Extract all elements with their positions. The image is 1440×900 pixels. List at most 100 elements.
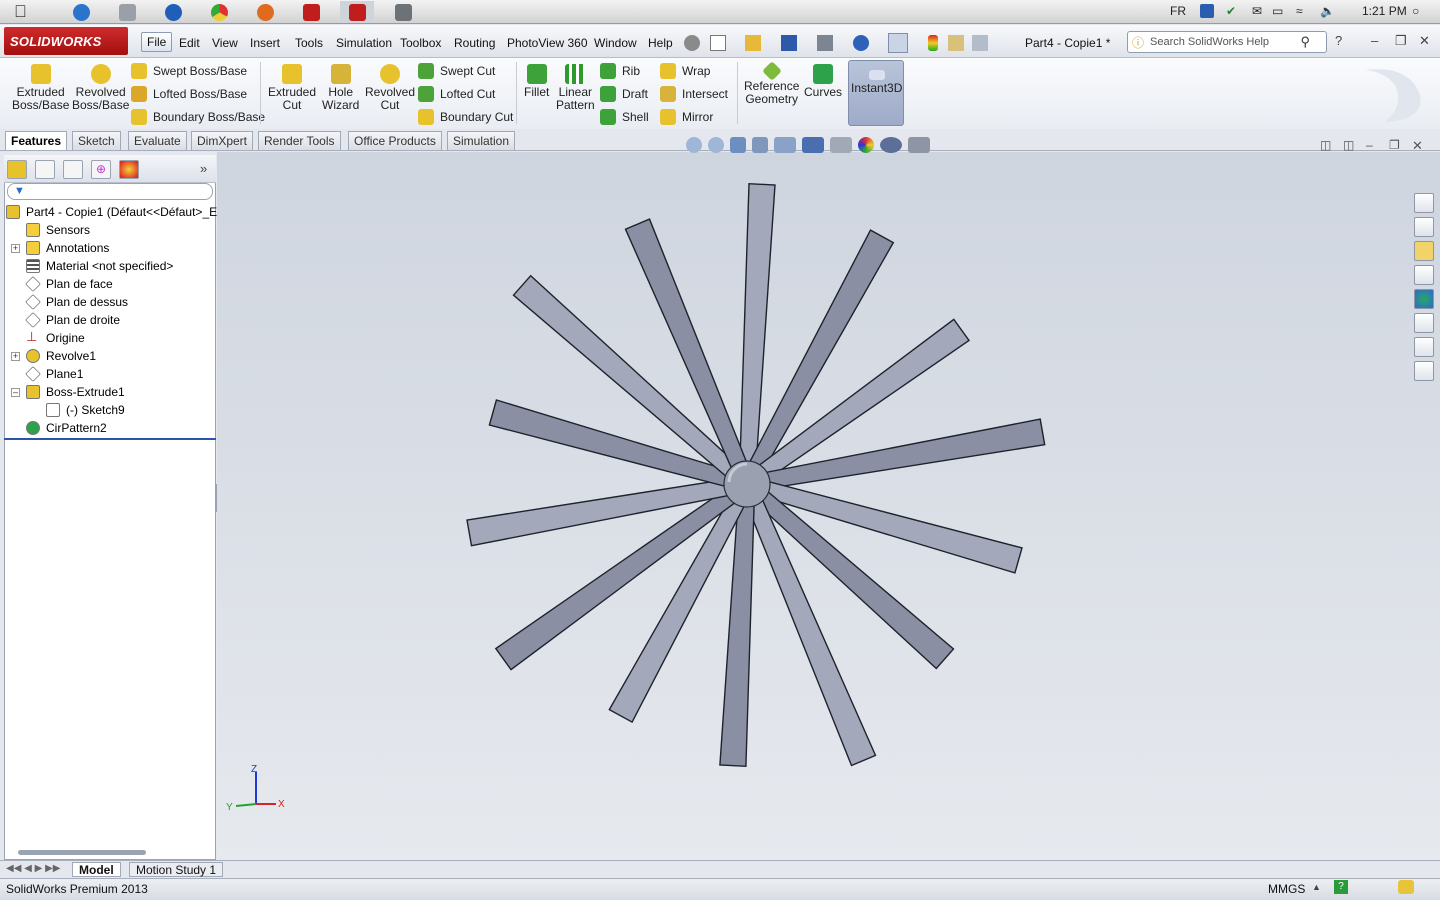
property-manager-tab-icon[interactable] bbox=[35, 160, 55, 179]
menu-help[interactable]: Help bbox=[643, 34, 678, 52]
apply-scene-icon[interactable] bbox=[880, 137, 902, 153]
previous-view-icon[interactable] bbox=[730, 137, 746, 153]
new-document-icon[interactable] bbox=[710, 35, 726, 51]
fan-hub[interactable] bbox=[723, 460, 771, 508]
tab-render-tools[interactable]: Render Tools bbox=[258, 131, 341, 150]
view-settings-icon[interactable] bbox=[908, 137, 930, 153]
tree-item-boss-extrude1[interactable]: Boss-Extrude1 bbox=[26, 385, 125, 399]
quick-tips-icon[interactable]: ? bbox=[1334, 880, 1348, 894]
revolved-cut-button[interactable]: Revolved Cut bbox=[365, 64, 415, 112]
reference-geometry-button[interactable]: Reference Geometry bbox=[744, 61, 799, 106]
tag-icon[interactable] bbox=[1398, 880, 1414, 894]
spotlight-icon[interactable]: ○ bbox=[1412, 4, 1419, 18]
tree-item-material[interactable]: Material <not specified> bbox=[26, 259, 173, 273]
expand-panel-icon[interactable]: » bbox=[200, 161, 207, 176]
tree-root-part[interactable]: Part4 - Copie1 (Défaut<<Défaut>_E bbox=[6, 205, 217, 219]
doc-close-icon[interactable]: ✕ bbox=[1412, 138, 1423, 154]
tree-item-cirpattern2[interactable]: CirPattern2 bbox=[26, 421, 107, 435]
fan-model[interactable] bbox=[217, 152, 1407, 860]
swept-cut-button[interactable]: Swept Cut bbox=[418, 63, 495, 79]
restore-icon[interactable]: ❐ bbox=[1395, 33, 1407, 49]
mail-icon[interactable]: ✉ bbox=[1252, 4, 1262, 18]
file-properties-icon[interactable] bbox=[948, 35, 964, 51]
zoom-to-fit-icon[interactable] bbox=[686, 137, 702, 153]
language-indicator[interactable]: FR bbox=[1170, 4, 1186, 18]
undo-icon[interactable] bbox=[853, 35, 869, 51]
tree-item-plane1[interactable]: Plane1 bbox=[25, 366, 83, 382]
custom-properties-icon[interactable] bbox=[1414, 313, 1434, 333]
magnifier-icon[interactable]: ⚲ bbox=[1300, 34, 1310, 50]
tree-horizontal-scrollbar[interactable] bbox=[18, 850, 146, 855]
expand-annotations-icon[interactable]: + bbox=[11, 244, 20, 253]
tree-item-right-plane[interactable]: Plan de droite bbox=[25, 312, 120, 328]
feature-manager-tab-icon[interactable] bbox=[7, 160, 27, 179]
zoom-to-area-icon[interactable] bbox=[708, 137, 724, 153]
rollback-bar[interactable] bbox=[4, 438, 216, 440]
shell-button[interactable]: Shell bbox=[600, 109, 649, 125]
tree-item-front-plane[interactable]: Plan de face bbox=[25, 276, 113, 292]
menu-photoview[interactable]: PhotoView 360 bbox=[502, 34, 593, 52]
extruded-cut-button[interactable]: Extruded Cut bbox=[268, 64, 316, 112]
menu-tools[interactable]: Tools bbox=[290, 34, 328, 52]
tab-dimxpert[interactable]: DimXpert bbox=[191, 131, 254, 150]
menu-routing[interactable]: Routing bbox=[449, 34, 500, 52]
volume-icon[interactable]: 🔈 bbox=[1320, 4, 1335, 18]
ie-icon[interactable] bbox=[64, 1, 98, 23]
view-palette-icon[interactable] bbox=[1414, 265, 1434, 285]
tab-model[interactable]: Model bbox=[72, 862, 121, 877]
expand-revolve1-icon[interactable]: + bbox=[11, 352, 20, 361]
tree-item-sensors[interactable]: Sensors bbox=[26, 223, 90, 237]
menu-simulation[interactable]: Simulation bbox=[331, 34, 397, 52]
firefox-icon[interactable] bbox=[248, 1, 282, 23]
tab-motion-study[interactable]: Motion Study 1 bbox=[129, 862, 224, 877]
solidworks-resources-icon[interactable] bbox=[1414, 193, 1434, 213]
configuration-manager-tab-icon[interactable] bbox=[63, 160, 83, 179]
draft-button[interactable]: Draft bbox=[600, 86, 648, 102]
doc-restore-icon[interactable]: ❐ bbox=[1389, 138, 1400, 152]
tile-vertical-icon[interactable]: ◫ bbox=[1343, 138, 1354, 152]
menu-file[interactable]: File bbox=[141, 32, 173, 52]
linear-pattern-button[interactable]: Linear Pattern bbox=[556, 64, 595, 112]
options-icon[interactable] bbox=[972, 35, 988, 51]
tool-icon[interactable] bbox=[386, 1, 420, 23]
tree-item-revolve1[interactable]: Revolve1 bbox=[26, 349, 96, 363]
boundary-boss-button[interactable]: Boundary Boss/Base bbox=[131, 109, 265, 125]
rib-button[interactable]: Rib bbox=[600, 63, 640, 79]
menu-view[interactable]: View bbox=[207, 34, 243, 52]
print-icon[interactable] bbox=[817, 35, 833, 51]
rendering-icon[interactable] bbox=[1414, 361, 1434, 381]
tree-filter-input[interactable]: ▼ bbox=[7, 183, 213, 200]
rebuild-traffic-light-icon[interactable] bbox=[928, 35, 938, 51]
tree-item-top-plane[interactable]: Plan de dessus bbox=[25, 294, 128, 310]
display-style-icon[interactable] bbox=[802, 137, 824, 153]
tree-item-origin[interactable]: ⊥ Origine bbox=[26, 330, 85, 345]
tab-evaluate[interactable]: Evaluate bbox=[128, 131, 187, 150]
section-view-icon[interactable] bbox=[752, 137, 768, 153]
tab-simulation[interactable]: Simulation bbox=[447, 131, 516, 150]
tree-item-sketch9[interactable]: (-) Sketch9 bbox=[46, 403, 125, 417]
hide-show-items-icon[interactable] bbox=[830, 137, 852, 153]
doc-minimize-icon[interactable]: – bbox=[1366, 138, 1373, 152]
tray-app-icon[interactable] bbox=[1200, 4, 1214, 18]
extruded-boss-button[interactable]: Extruded Boss/Base bbox=[12, 64, 69, 112]
wifi-icon[interactable]: ≈ bbox=[1296, 4, 1303, 18]
wrap-button[interactable]: Wrap bbox=[660, 63, 710, 79]
menu-insert[interactable]: Insert bbox=[245, 34, 285, 52]
help-icon[interactable]: ? bbox=[1335, 33, 1342, 48]
dimxpert-manager-tab-icon[interactable]: ⊕ bbox=[91, 160, 111, 179]
clock[interactable]: 1:21 PM bbox=[1362, 4, 1407, 18]
finder-icon[interactable] bbox=[110, 1, 144, 23]
tab-features[interactable]: Features bbox=[5, 131, 68, 150]
browser-icon[interactable] bbox=[156, 1, 190, 23]
chrome-icon[interactable] bbox=[202, 1, 236, 23]
tab-scroll-arrows-icon[interactable]: ◀◀ ◀ ▶ ▶▶ bbox=[6, 863, 60, 874]
design-library-icon[interactable] bbox=[1414, 217, 1434, 237]
display-icon[interactable]: ▭ bbox=[1272, 4, 1283, 18]
solidworks-active-dock-icon[interactable] bbox=[340, 1, 374, 23]
lofted-boss-button[interactable]: Lofted Boss/Base bbox=[131, 86, 247, 102]
appearances-scenes-icon[interactable] bbox=[1414, 289, 1434, 309]
mirror-button[interactable]: Mirror bbox=[660, 109, 713, 125]
display-manager-tab-icon[interactable] bbox=[119, 160, 139, 179]
close-icon[interactable]: ✕ bbox=[1419, 33, 1430, 49]
boundary-cut-button[interactable]: Boundary Cut bbox=[418, 109, 513, 125]
